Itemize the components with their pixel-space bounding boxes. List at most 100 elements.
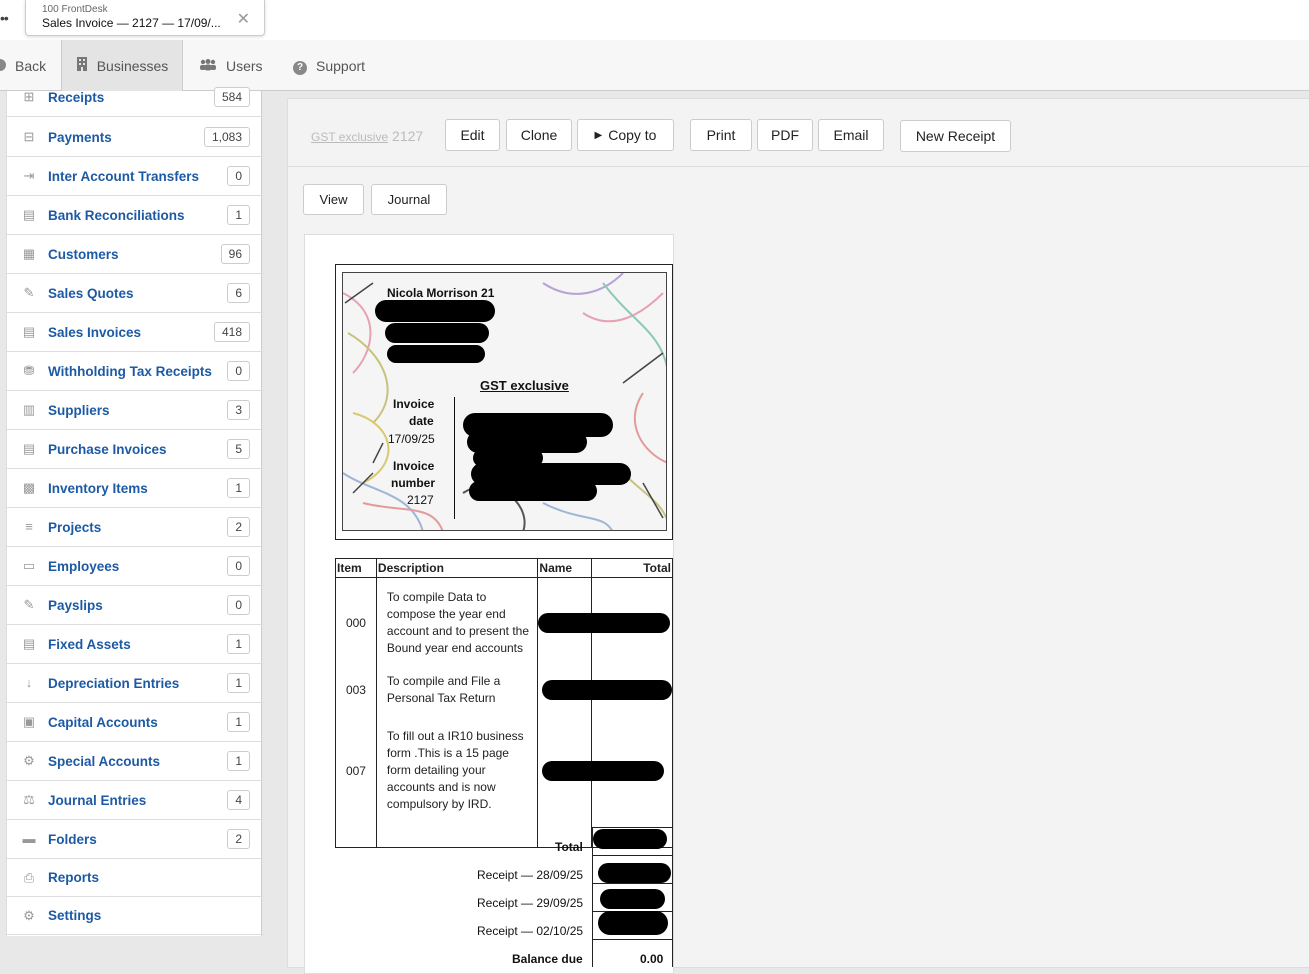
- sidebar-item-journal-entries[interactable]: ⚖ Journal Entries 4: [7, 781, 263, 820]
- invoice-date: 17/09/25: [388, 432, 435, 446]
- sidebar-item-settings[interactable]: ⚙ Settings: [7, 897, 263, 935]
- toolbar: GST exclusive 2127 Edit Clone ▶ Copy to …: [288, 99, 1309, 167]
- invoice-document: Nicola Morrison 21 GST exclusive Invoice…: [304, 234, 674, 974]
- close-icon[interactable]: ✕: [237, 9, 250, 29]
- invoice-title: GST exclusive: [480, 378, 569, 393]
- sidebar-item-label: Special Accounts: [48, 753, 161, 769]
- sidebar-item-reports[interactable]: ⎙ Reports: [7, 859, 263, 897]
- sidebar-item-projects[interactable]: ≡ Projects 2: [7, 508, 263, 547]
- quote-icon: ✎: [23, 285, 35, 300]
- line-item-name: [537, 711, 665, 830]
- sidebar: ⊞ Receipts 584 ⊟ Payments 1,083 ⇥ Inter Account…: [6, 87, 263, 936]
- clipboard-check-icon: ▤: [22, 207, 36, 222]
- column-header-total: Total: [591, 558, 673, 578]
- sidebar-item-suppliers[interactable]: ▥ Suppliers 3: [7, 391, 263, 430]
- pdf-button[interactable]: PDF: [757, 119, 813, 151]
- table-row: 000 To compile Data to compose the year e…: [335, 577, 673, 668]
- main-content: GST exclusive 2127 Edit Clone ▶ Copy to …: [287, 98, 1309, 974]
- redaction-mark: [598, 911, 668, 935]
- journal-tab[interactable]: Journal: [371, 184, 447, 215]
- count-badge: 0: [227, 595, 250, 615]
- sidebar-item-depreciation-entries[interactable]: ↓ Depreciation Entries 1: [7, 664, 263, 703]
- copy-to-button[interactable]: ▶ Copy to: [577, 119, 674, 151]
- asset-icon: ▤: [22, 636, 36, 651]
- count-badge: 1: [227, 712, 250, 732]
- line-items-table: Item Description Name Total 000 To compil…: [335, 558, 673, 848]
- sidebar-item-label: Settings: [48, 908, 102, 923]
- header-background: Nicola Morrison 21 GST exclusive Invoice…: [342, 272, 667, 531]
- redaction-mark: [385, 323, 489, 343]
- sidebar-item-label: Employees: [48, 558, 120, 574]
- redaction-mark: [387, 345, 485, 363]
- sidebar-item-special-accounts[interactable]: ⚙ Special Accounts 1: [7, 742, 263, 781]
- minus-square-icon: ⊟: [23, 129, 35, 144]
- sidebar-item-purchase-invoices[interactable]: ▤ Purchase Invoices 5: [7, 430, 263, 469]
- sidebar-item-sales-invoices[interactable]: ▤ Sales Invoices 418: [7, 313, 263, 352]
- print-button[interactable]: Print: [690, 119, 752, 151]
- count-badge: 2: [227, 829, 250, 849]
- more-dots-icon[interactable]: ••: [0, 10, 9, 26]
- tax-icon: ⛃: [23, 363, 35, 378]
- sidebar-item-label: Payslips: [48, 597, 103, 613]
- invoice-header: Nicola Morrison 21 GST exclusive Invoice…: [335, 264, 673, 540]
- sidebar-item-payslips[interactable]: ✎ Payslips 0: [7, 586, 263, 625]
- sidebar-item-payments[interactable]: ⊟ Payments 1,083: [7, 118, 263, 157]
- table-row: 007 To fill out a IR10 business form .Thi…: [335, 711, 673, 830]
- sidebar-item-withholding-tax-receipts[interactable]: ⛃ Withholding Tax Receipts 0: [7, 352, 263, 391]
- sidebar-item-customers[interactable]: ▦ Customers 96: [7, 235, 263, 274]
- file-icon: ▤: [22, 441, 36, 456]
- customer-name: Nicola Morrison 21: [387, 286, 495, 300]
- id-card-icon: ▭: [22, 558, 36, 573]
- invoice-number: 2127: [407, 493, 434, 507]
- total-label: Total: [555, 840, 583, 854]
- redaction-mark: [542, 679, 673, 700]
- redaction-mark: [469, 481, 597, 501]
- back-arrow-icon: [0, 58, 6, 74]
- sidebar-item-employees[interactable]: ▭ Employees 0: [7, 547, 263, 586]
- sidebar-item-inter-account-transfers[interactable]: ⇥ Inter Account Transfers 0: [7, 157, 263, 196]
- sidebar-item-capital-accounts[interactable]: ▣ Capital Accounts 1: [7, 703, 263, 742]
- email-button[interactable]: Email: [818, 119, 884, 151]
- line-item-description: To compile and File a Personal Tax Retur…: [375, 667, 539, 712]
- count-badge: 1: [227, 478, 250, 498]
- count-badge: 6: [227, 283, 250, 303]
- count-badge: 1,083: [203, 127, 250, 147]
- sidebar-item-label: Inter Account Transfers: [48, 168, 200, 184]
- date-label-line2: date: [409, 414, 434, 428]
- breadcrumb: GST exclusive 2127: [311, 128, 423, 144]
- tab-strip: •• 100 FrontDesk Sales Invoice — 2127 — …: [0, 0, 1309, 40]
- table-header-row: Item Description Name Total: [335, 558, 673, 578]
- gear-icon: ⚙: [23, 907, 35, 923]
- view-tab[interactable]: View: [303, 184, 364, 215]
- sidebar-item-label: Inventory Items: [48, 480, 148, 496]
- line-item-code: 000: [335, 577, 377, 668]
- sidebar-item-bank-reconciliations[interactable]: ▤ Bank Reconciliations 1: [7, 196, 263, 235]
- receipt-line-3: Receipt — 02/10/25: [477, 924, 584, 938]
- breadcrumb-link[interactable]: GST exclusive: [311, 130, 388, 144]
- number-label-line1: Invoice: [393, 459, 435, 473]
- support-tab[interactable]: ? Support: [293, 40, 365, 91]
- tab-title: Sales Invoice — 2127 — 17/09/...: [42, 16, 221, 30]
- spacer-cell: [375, 829, 539, 848]
- document-tab[interactable]: 100 FrontDesk Sales Invoice — 2127 — 17/…: [25, 0, 265, 36]
- clone-button[interactable]: Clone: [506, 119, 572, 151]
- new-receipt-button[interactable]: New Receipt: [900, 120, 1011, 152]
- sidebar-item-folders[interactable]: ▬ Folders 2: [7, 820, 263, 859]
- count-badge: 96: [220, 244, 250, 264]
- sidebar-item-label: Customers: [48, 246, 119, 262]
- redaction-mark: [538, 612, 671, 633]
- file-icon: ▤: [22, 324, 36, 339]
- sidebar-item-label: Suppliers: [48, 402, 110, 418]
- edit-button[interactable]: Edit: [445, 119, 500, 151]
- table-row: 003 To compile and File a Personal Tax Re…: [335, 667, 673, 712]
- sidebar-item-inventory-items[interactable]: ▩ Inventory Items 1: [7, 469, 263, 508]
- sidebar-item-receipts[interactable]: ⊞ Receipts 584: [7, 78, 263, 117]
- sidebar-item-label: Folders: [48, 831, 97, 847]
- redaction-mark: [600, 889, 665, 909]
- back-label: Back: [15, 57, 47, 74]
- printer-icon: ⎙: [23, 869, 35, 885]
- receipt-line-1: Receipt — 28/09/25: [477, 868, 584, 882]
- number-label-line2: number: [391, 476, 436, 490]
- sidebar-item-sales-quotes[interactable]: ✎ Sales Quotes 6: [7, 274, 263, 313]
- sidebar-item-fixed-assets[interactable]: ▤ Fixed Assets 1: [7, 625, 263, 664]
